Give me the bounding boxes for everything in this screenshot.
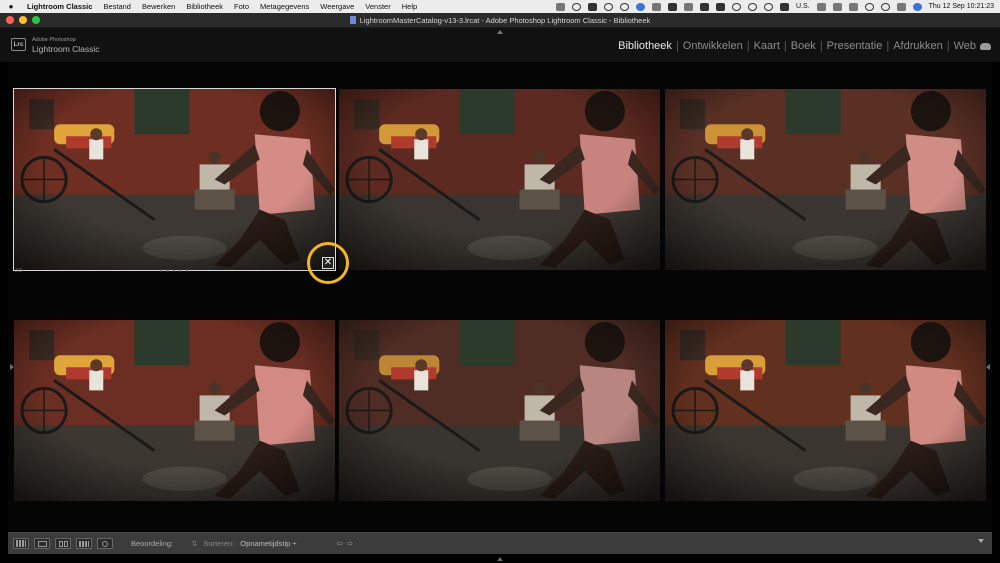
photo-thumbnail[interactable] <box>665 89 986 270</box>
window-title-bar: LightroomMasterCatalog-v13-3.lrcat - Ado… <box>0 13 1000 28</box>
input-source-label[interactable]: U.S. <box>796 3 810 10</box>
cloud-sync-icon[interactable] <box>980 43 991 50</box>
toolbar-options-chevron-icon[interactable] <box>978 539 984 543</box>
photo-image <box>665 320 986 501</box>
highlight-ring <box>307 242 349 284</box>
close-window-button[interactable] <box>6 16 14 24</box>
module-afdrukken[interactable]: Afdrukken <box>889 40 947 52</box>
tray-bell-icon[interactable] <box>603 2 613 11</box>
wifi-icon[interactable] <box>864 2 874 11</box>
zoom-window-button[interactable] <box>32 16 40 24</box>
menu-bar: ● Lightroom Classic Bestand Bewerken Bib… <box>0 0 1000 13</box>
menu-help[interactable]: Help <box>402 2 417 11</box>
module-ontwikkelen[interactable]: Ontwikkelen <box>679 40 747 52</box>
lrc-logo-icon: Lrc <box>11 38 26 51</box>
menu-venster[interactable]: Venster <box>365 2 390 11</box>
menu-bestand[interactable]: Bestand <box>103 2 131 11</box>
menu-foto[interactable]: Foto <box>234 2 249 11</box>
sort-label: Sorteren: <box>203 539 235 548</box>
menu-bewerken[interactable]: Bewerken <box>142 2 175 11</box>
tray-input-source-icon[interactable] <box>779 2 789 11</box>
module-picker: Bibliotheek | Ontwikkelen | Kaart | Boek | P… <box>614 40 980 52</box>
tray-script-icon[interactable] <box>699 2 709 11</box>
top-panel-toggle-icon[interactable] <box>497 30 503 34</box>
menu-weergave[interactable]: Weergave <box>320 2 354 11</box>
bottom-panel-toggle-icon[interactable] <box>497 557 503 561</box>
apple-icon[interactable]: ● <box>5 2 17 11</box>
photo-thumbnail[interactable] <box>339 320 660 501</box>
brand-large: Lightroom Classic <box>32 44 100 54</box>
rating-label: Beoordeling: <box>131 539 174 548</box>
people-view-button[interactable] <box>97 538 113 549</box>
control-center-icon[interactable] <box>896 2 906 11</box>
photo-image <box>339 320 660 501</box>
tray-app-icon[interactable] <box>555 2 565 11</box>
tray-display-icon[interactable] <box>816 2 826 11</box>
photo-image <box>339 89 660 270</box>
window-controls <box>6 16 40 24</box>
photo-thumbnail[interactable] <box>13 88 336 271</box>
tray-grid-icon[interactable] <box>667 2 677 11</box>
tray-sync-icon[interactable] <box>763 2 773 11</box>
compare-view-button[interactable] <box>55 538 71 549</box>
photo-thumbnail[interactable] <box>665 320 986 501</box>
module-boek[interactable]: Boek <box>787 40 820 52</box>
search-icon[interactable] <box>880 2 890 11</box>
menu-metagegevens[interactable]: Metagegevens <box>260 2 309 11</box>
thumbnail-rating-dots[interactable]: • • • • • <box>160 268 189 275</box>
module-presentatie[interactable]: Presentatie <box>823 40 887 52</box>
menu-bibliotheek[interactable]: Bibliotheek <box>186 2 223 11</box>
sort-direction-icon[interactable]: ⇅ <box>191 539 197 548</box>
tray-monitor-icon[interactable] <box>715 2 725 11</box>
module-bibliotheek[interactable]: Bibliotheek <box>614 40 676 52</box>
library-toolbar: Beoordeling: ⇅ Sorteren: Opnametijdstip … <box>8 532 992 554</box>
bluetooth-icon[interactable] <box>832 2 842 11</box>
module-kaart[interactable]: Kaart <box>750 40 784 52</box>
photo-image <box>14 89 335 270</box>
minimize-window-button[interactable] <box>19 16 27 24</box>
tray-drop-icon[interactable] <box>571 2 581 11</box>
tray-clock-icon[interactable] <box>619 2 629 11</box>
document-icon <box>349 16 356 24</box>
status-tray: U.S. Thu 12 Sep 10:21:23 <box>555 0 994 13</box>
photo-thumbnail[interactable] <box>14 320 335 501</box>
tray-window-icon[interactable] <box>651 2 661 11</box>
siri-icon[interactable] <box>912 2 922 11</box>
sort-select[interactable]: Opnametijdstip ÷ <box>240 539 296 548</box>
photo-thumbnail[interactable] <box>339 89 660 270</box>
navigate-arrows[interactable]: ⇦⇨ <box>337 539 358 548</box>
right-panel-toggle-icon[interactable] <box>986 364 990 370</box>
battery-icon[interactable] <box>848 2 858 11</box>
loupe-view-button[interactable] <box>34 538 50 549</box>
module-web[interactable]: Web <box>950 40 980 52</box>
clock[interactable]: Thu 12 Sep 10:21:23 <box>929 3 994 10</box>
grid-view-button[interactable] <box>13 538 29 549</box>
menu-app-name[interactable]: Lightroom Classic <box>27 2 92 11</box>
tray-folder-icon[interactable] <box>683 2 693 11</box>
survey-view-button[interactable] <box>76 538 92 549</box>
photo-image <box>14 320 335 501</box>
thumbnail-badge: 3:3 <box>15 268 22 274</box>
window-title: LightroomMasterCatalog-v13-3.lrcat - Ado… <box>359 15 651 25</box>
photo-image <box>665 89 986 270</box>
tray-keyboard-icon[interactable] <box>587 2 597 11</box>
tray-power-icon[interactable] <box>747 2 757 11</box>
brand-small: Adobe Photoshop <box>32 37 76 43</box>
tray-cpu-icon[interactable] <box>731 2 741 11</box>
tray-network-icon[interactable] <box>635 2 645 11</box>
